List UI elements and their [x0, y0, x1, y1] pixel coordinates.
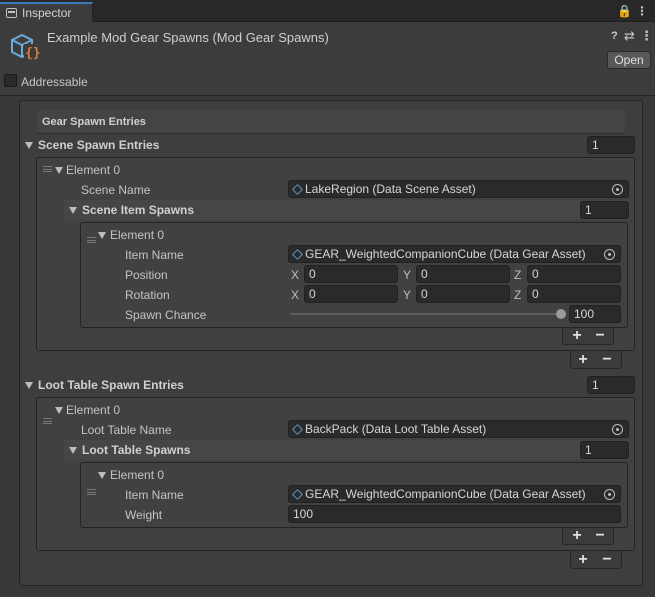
- drag-handle-icon[interactable]: [87, 237, 96, 243]
- spawn-chance-field[interactable]: 100: [569, 305, 621, 323]
- rotation-y-label[interactable]: Y: [403, 288, 411, 302]
- inspector-icon: [6, 8, 17, 18]
- asset-icon: [292, 423, 303, 435]
- more-menu-icon[interactable]: ⋮: [636, 5, 648, 17]
- position-z-field[interactable]: 0: [527, 265, 621, 283]
- add-element-button[interactable]: +: [569, 328, 585, 344]
- preset-icon[interactable]: ⇄: [624, 28, 635, 44]
- asset-icon: [292, 248, 303, 260]
- object-picker-icon[interactable]: [612, 424, 623, 435]
- element-label[interactable]: Element 0: [110, 228, 164, 242]
- rotation-z-label[interactable]: Z: [514, 288, 521, 302]
- drag-handle-icon[interactable]: [43, 418, 52, 424]
- item-name-object-field[interactable]: GEAR_WeightedCompanionCube (Data Gear As…: [288, 485, 621, 503]
- weight-field[interactable]: 100: [288, 505, 621, 523]
- item-name-label: Item Name: [125, 248, 184, 262]
- spawn-chance-slider-track[interactable]: [290, 313, 564, 315]
- scene-name-object-field[interactable]: LakeRegion (Data Scene Asset): [288, 180, 629, 198]
- rotation-x-field[interactable]: 0: [304, 285, 398, 303]
- scene-item-spawns-label[interactable]: Scene Item Spawns: [82, 203, 194, 217]
- element-label[interactable]: Element 0: [66, 163, 120, 177]
- rotation-z-field[interactable]: 0: [527, 285, 621, 303]
- foldout-arrow-icon[interactable]: [55, 167, 63, 174]
- open-button[interactable]: Open: [607, 51, 651, 69]
- loot-table-name-value: BackPack (Data Loot Table Asset): [305, 422, 487, 436]
- scene-spawn-entries-label[interactable]: Scene Spawn Entries: [38, 138, 159, 152]
- more-icon[interactable]: ⋮: [640, 28, 653, 44]
- loot-table-spawns-count-field[interactable]: 1: [580, 441, 629, 459]
- scene-name-value: LakeRegion (Data Scene Asset): [305, 182, 476, 196]
- position-z-label[interactable]: Z: [514, 268, 521, 282]
- section-title: Gear Spawn Entries: [42, 116, 146, 128]
- addressable-label: Addressable: [21, 75, 88, 89]
- rotation-x-label[interactable]: X: [291, 288, 299, 302]
- addressable-checkbox[interactable]: [4, 74, 17, 87]
- rotation-label: Rotation: [125, 288, 170, 302]
- remove-element-button[interactable]: −: [592, 528, 608, 544]
- remove-element-button[interactable]: −: [599, 352, 615, 368]
- object-picker-icon[interactable]: [604, 249, 615, 260]
- add-element-button[interactable]: +: [569, 528, 585, 544]
- remove-element-button[interactable]: −: [599, 552, 615, 568]
- add-element-button[interactable]: +: [575, 352, 591, 368]
- position-x-label[interactable]: X: [291, 268, 299, 282]
- asset-icon: [292, 488, 303, 500]
- position-label: Position: [125, 268, 168, 282]
- drag-handle-icon[interactable]: [43, 166, 52, 172]
- svg-text:{}: {}: [25, 46, 41, 60]
- tab-inspector[interactable]: Inspector: [0, 2, 93, 22]
- element-label[interactable]: Element 0: [66, 403, 120, 417]
- foldout-arrow-icon[interactable]: [98, 232, 106, 239]
- loot-table-name-label: Loot Table Name: [81, 423, 172, 437]
- scene-item-spawns-count-field[interactable]: 1: [580, 201, 629, 219]
- position-x-field[interactable]: 0: [304, 265, 398, 283]
- drag-handle-icon[interactable]: [87, 489, 96, 495]
- foldout-arrow-icon[interactable]: [25, 382, 33, 389]
- rotation-y-field[interactable]: 0: [416, 285, 510, 303]
- element-label[interactable]: Element 0: [110, 468, 164, 482]
- loot-table-spawn-entries-label[interactable]: Loot Table Spawn Entries: [38, 378, 184, 392]
- object-picker-icon[interactable]: [604, 489, 615, 500]
- tab-label: Inspector: [22, 6, 72, 20]
- help-icon[interactable]: ?: [611, 30, 618, 42]
- scene-spawn-count-field[interactable]: 1: [587, 136, 635, 154]
- asset-icon: [292, 183, 303, 195]
- weight-label: Weight: [125, 508, 163, 522]
- loot-table-spawns-label[interactable]: Loot Table Spawns: [82, 443, 190, 457]
- loot-spawn-count-field[interactable]: 1: [587, 376, 635, 394]
- script-asset-icon: {}: [11, 33, 41, 60]
- item-name-value: GEAR_WeightedCompanionCube (Data Gear As…: [305, 247, 586, 261]
- position-y-label[interactable]: Y: [403, 268, 411, 282]
- spawn-chance-label: Spawn Chance: [125, 308, 207, 322]
- foldout-arrow-icon[interactable]: [98, 472, 106, 479]
- lock-icon[interactable]: 🔒: [617, 5, 632, 17]
- foldout-arrow-icon[interactable]: [55, 407, 63, 414]
- loot-table-name-object-field[interactable]: BackPack (Data Loot Table Asset): [288, 420, 629, 438]
- foldout-arrow-icon[interactable]: [25, 142, 33, 149]
- scene-name-label: Scene Name: [81, 183, 151, 197]
- tab-bar: [0, 0, 655, 22]
- object-picker-icon[interactable]: [612, 184, 623, 195]
- item-name-value: GEAR_WeightedCompanionCube (Data Gear As…: [305, 487, 586, 501]
- page-title: Example Mod Gear Spawns (Mod Gear Spawns…: [47, 30, 329, 45]
- foldout-arrow-icon[interactable]: [69, 447, 77, 454]
- spawn-chance-slider-handle[interactable]: [556, 309, 566, 319]
- add-element-button[interactable]: +: [575, 552, 591, 568]
- item-name-label: Item Name: [125, 488, 184, 502]
- item-name-object-field[interactable]: GEAR_WeightedCompanionCube (Data Gear As…: [288, 245, 621, 263]
- position-y-field[interactable]: 0: [416, 265, 510, 283]
- foldout-arrow-icon[interactable]: [69, 207, 77, 214]
- remove-element-button[interactable]: −: [592, 328, 608, 344]
